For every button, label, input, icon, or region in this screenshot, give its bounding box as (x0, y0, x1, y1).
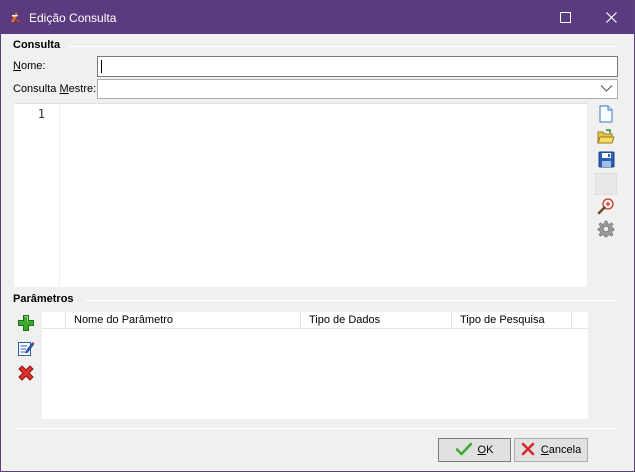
mestre-label-pre: Consulta (13, 83, 60, 95)
column-header-nome[interactable]: Nome do Parâmetro (66, 312, 301, 329)
maximize-icon (559, 12, 571, 26)
ok-label-rest: K (486, 444, 494, 456)
nome-input[interactable] (97, 56, 618, 77)
column-header-tipo-pesquisa[interactable]: Tipo de Pesquisa (452, 312, 572, 329)
window-title: Edição Consulta (29, 11, 117, 25)
add-parameter-button[interactable] (15, 313, 37, 335)
line-number: 1 (37, 107, 45, 121)
edicao-consulta-window: Edição Consulta Consulta Nome: Consulta … (0, 0, 635, 472)
chevron-down-icon (600, 84, 613, 96)
delete-parameter-button[interactable] (15, 363, 37, 385)
gear-icon (597, 220, 615, 241)
mestre-label-accesskey: M (59, 83, 69, 95)
zoom-query-button[interactable] (595, 196, 617, 218)
nome-label-text: ome: (20, 60, 46, 72)
settings-button[interactable] (595, 219, 617, 241)
nome-label-accesskey: N (13, 60, 21, 72)
open-query-button[interactable] (595, 127, 617, 149)
parametros-section-title: Parâmetros (13, 293, 74, 305)
ok-button-label: OK (478, 444, 494, 456)
edit-icon (17, 339, 35, 360)
open-folder-icon (597, 128, 615, 148)
app-logo-icon (9, 10, 23, 24)
line-number-gutter: 1 (14, 104, 60, 287)
cancel-x-icon (521, 442, 535, 459)
mestre-label-text: estre: (68, 83, 97, 95)
cancel-accesskey: C (540, 444, 549, 456)
grid-header: Nome do Parâmetro Tipo de Dados Tipo de … (42, 312, 588, 329)
column-header-tipo-dados[interactable]: Tipo de Dados (301, 312, 452, 329)
ok-accesskey: O (477, 444, 487, 456)
grid-indicator-column (42, 312, 66, 329)
add-icon (17, 314, 35, 335)
cancel-button-label: Cancela (541, 444, 581, 456)
consulta-section-divider (69, 46, 617, 47)
save-disk-icon (598, 151, 615, 171)
new-query-button[interactable] (595, 104, 617, 126)
footer-divider (14, 428, 617, 429)
new-document-icon (598, 105, 614, 126)
close-icon (605, 12, 617, 26)
consulta-section-title: Consulta (13, 39, 61, 51)
cancel-label-rest: ancela (548, 444, 582, 456)
save-query-button[interactable] (595, 150, 617, 172)
maximize-button[interactable] (542, 1, 588, 34)
sql-editor[interactable]: 1 (14, 103, 587, 287)
text-caret (101, 60, 102, 73)
nome-label: Nome: (13, 60, 45, 72)
checkmark-icon (455, 442, 472, 459)
title-bar[interactable]: Edição Consulta (1, 1, 634, 34)
parameters-grid[interactable]: Nome do Parâmetro Tipo de Dados Tipo de … (42, 312, 588, 419)
ok-button[interactable]: OK (438, 438, 511, 462)
close-button[interactable] (588, 1, 634, 34)
cancel-button[interactable]: Cancela (514, 438, 588, 462)
delete-icon (17, 364, 35, 385)
consulta-mestre-label: Consulta Mestre: (13, 83, 96, 95)
edit-parameter-button[interactable] (15, 338, 37, 360)
consulta-mestre-select[interactable] (97, 79, 618, 99)
zoom-search-icon (597, 197, 615, 218)
parametros-section-divider (85, 300, 617, 301)
blank-toolbar-button[interactable] (595, 173, 617, 195)
